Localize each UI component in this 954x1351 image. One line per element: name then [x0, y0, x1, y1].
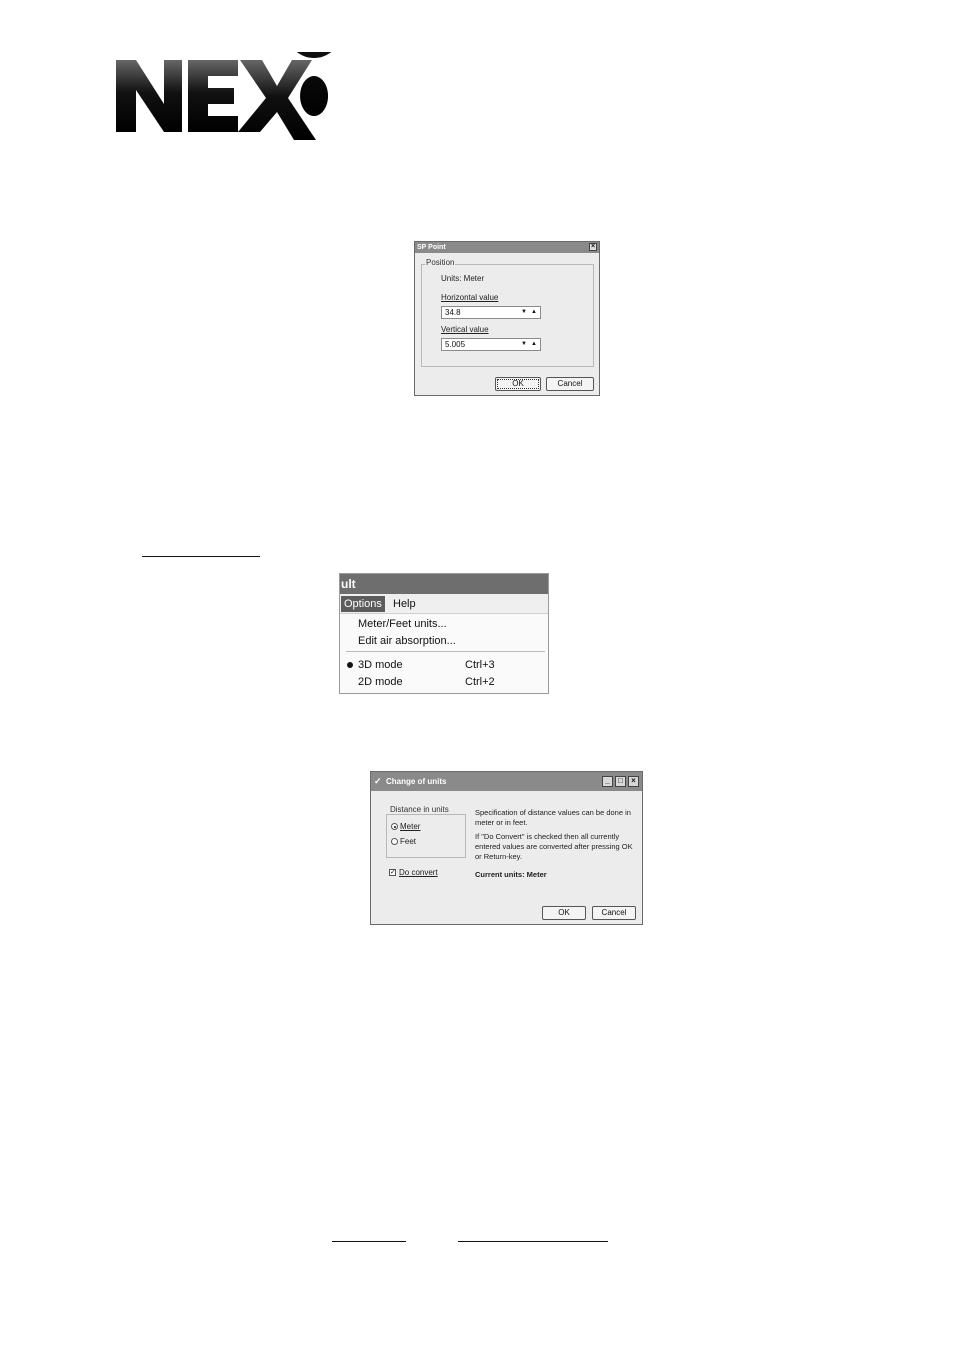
vertical-value-input[interactable]: 5.005 ▼ ▲: [441, 338, 541, 351]
menu-help[interactable]: Help: [390, 596, 419, 612]
horizontal-value: 34.8: [445, 308, 461, 317]
menu-item-meter-feet-units[interactable]: Meter/Feet units...: [358, 618, 447, 630]
spin-up-icon[interactable]: ▲: [531, 339, 537, 350]
selected-bullet-icon: [347, 662, 353, 668]
distance-units-group: [386, 814, 466, 858]
change-of-units-dialog: ✓ Change of units _ □ × Distance in unit…: [370, 771, 643, 925]
spin-up-icon[interactable]: ▲: [531, 307, 537, 318]
units-label: Units: Meter: [441, 274, 485, 283]
menu-options[interactable]: Options: [341, 596, 385, 612]
do-convert-checkbox[interactable]: ✓: [389, 869, 396, 876]
spin-down-icon[interactable]: ▼: [521, 339, 527, 350]
maximize-icon[interactable]: □: [615, 776, 626, 787]
radio-feet-label: Feet: [400, 837, 417, 846]
cancel-button[interactable]: Cancel: [592, 906, 636, 920]
horizontal-value-input[interactable]: 34.8 ▼ ▲: [441, 306, 541, 319]
ok-button[interactable]: OK: [495, 377, 541, 391]
group-title: Position: [425, 258, 456, 267]
shortcut-2d-mode: Ctrl+2: [465, 676, 495, 688]
dialog-title-bar[interactable]: ✓ Change of units _ □ ×: [371, 772, 642, 791]
group-title: Distance in units: [389, 805, 450, 814]
menu-bar: Options Help: [340, 594, 548, 614]
cancel-button[interactable]: Cancel: [546, 377, 594, 391]
window-title: ult: [340, 574, 548, 594]
description-convert: If "Do Convert" is checked then all curr…: [475, 832, 633, 861]
options-menu-screenshot: ult Options Help Meter/Feet units... Edi…: [339, 573, 549, 694]
footer-rule-right: [458, 1241, 608, 1242]
dialog-title: Change of units: [386, 777, 447, 786]
radio-meter[interactable]: [391, 823, 398, 830]
footer-rule-left: [332, 1241, 406, 1242]
menu-item-edit-air-absorption[interactable]: Edit air absorption...: [358, 635, 456, 647]
close-icon[interactable]: ×: [589, 243, 597, 251]
description-units: Specification of distance values can be …: [475, 808, 631, 827]
close-icon[interactable]: ×: [628, 776, 639, 787]
nexo-logo: [116, 52, 332, 140]
menu-item-2d-mode[interactable]: 2D mode: [358, 676, 403, 688]
menu-separator: [346, 651, 545, 652]
radio-feet[interactable]: [391, 838, 398, 845]
current-units: Current units: Meter: [475, 870, 547, 879]
spin-down-icon[interactable]: ▼: [521, 307, 527, 318]
vertical-label: Vertical value: [441, 325, 489, 334]
underline-rule: [142, 556, 260, 557]
sp-point-dialog: SP Point × Position Units: Meter Horizon…: [414, 241, 600, 396]
vertical-value: 5.005: [445, 340, 466, 349]
menu-item-3d-mode[interactable]: 3D mode: [358, 659, 403, 671]
do-convert-label: Do convert: [399, 868, 438, 877]
shortcut-3d-mode: Ctrl+3: [465, 659, 495, 671]
ok-button[interactable]: OK: [542, 906, 586, 920]
app-icon: ✓: [374, 776, 382, 786]
radio-meter-label: Meter: [400, 822, 421, 831]
minimize-icon[interactable]: _: [602, 776, 613, 787]
horizontal-label: Horizontal value: [441, 293, 499, 302]
dialog-title-bar[interactable]: SP Point ×: [415, 242, 599, 253]
dialog-title: SP Point: [417, 244, 446, 251]
